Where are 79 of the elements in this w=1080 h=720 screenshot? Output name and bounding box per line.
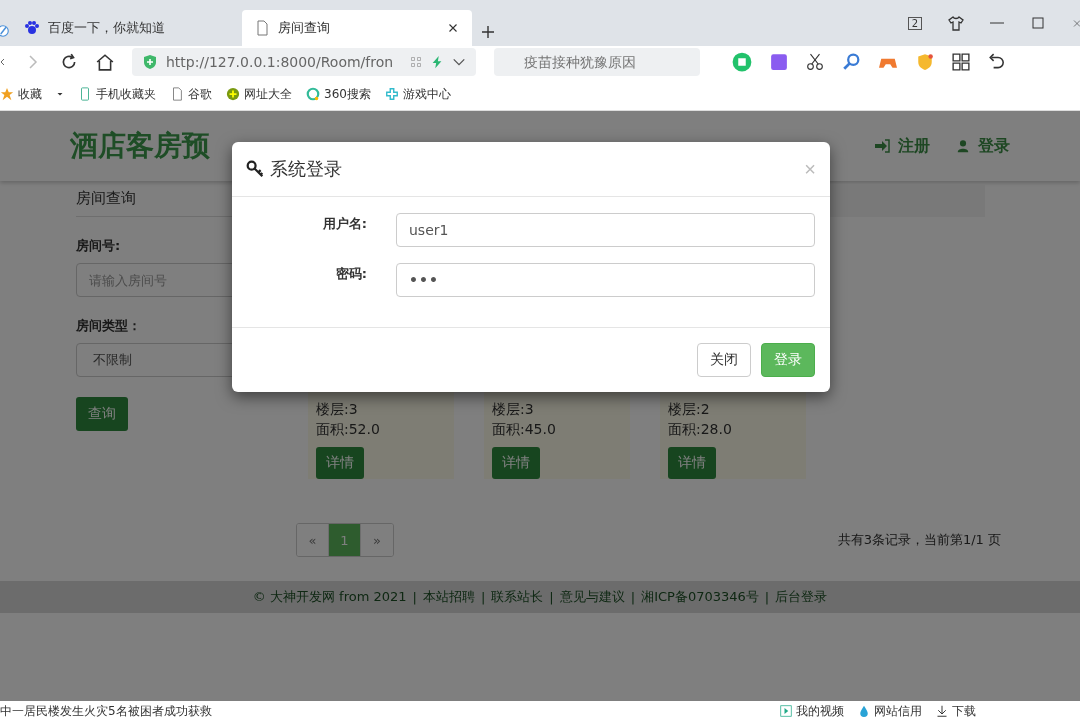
maximize-icon: [1030, 15, 1046, 31]
room-info: 楼层:3: [316, 400, 359, 419]
prev-page-button[interactable]: «: [297, 524, 329, 556]
browser-tab[interactable]: 房间查询: [242, 10, 472, 46]
separator: |: [549, 589, 554, 605]
qr-icon: [410, 56, 422, 68]
undo-icon: [988, 53, 1006, 71]
user-icon: [956, 139, 970, 153]
search-field[interactable]: 疫苗接种犹豫原因: [494, 48, 700, 76]
bookmark-link[interactable]: 谷歌: [170, 85, 212, 103]
sign-in-icon: [874, 138, 890, 154]
footer-link[interactable]: 后台登录: [775, 588, 828, 606]
window-count-badge[interactable]: 2: [907, 16, 922, 30]
page-icon: [254, 20, 270, 36]
auth-link[interactable]: 登录: [956, 135, 1010, 157]
room-info: 面积:52.0: [316, 420, 381, 439]
dropdown-icon: [56, 90, 64, 98]
field-label: 密码:: [334, 265, 367, 283]
username-field[interactable]: user1: [396, 213, 815, 247]
site-logo[interactable]: 酒店客房预: [70, 127, 210, 165]
page-icon: [170, 87, 184, 101]
room-info: 面积:28.0: [668, 420, 733, 439]
field-label: 用户名:: [321, 215, 367, 233]
home-icon: [96, 53, 114, 71]
field-label: 房间类型：: [76, 317, 142, 335]
search-button[interactable]: 查询: [76, 397, 128, 431]
bookmark-link[interactable]: 游戏中心: [384, 85, 451, 103]
separator: |: [764, 589, 770, 605]
key-icon: [246, 160, 264, 178]
footer-link[interactable]: 联系站长: [491, 588, 544, 606]
details-button[interactable]: 详情: [492, 447, 540, 479]
grid-icon: [952, 53, 970, 71]
drop-icon: [858, 705, 870, 717]
paw-icon: [24, 20, 40, 36]
login-button[interactable]: 登录: [761, 343, 815, 377]
bookmark-link[interactable]: 360搜索: [306, 85, 371, 103]
address-bar[interactable]: http://127.0.0.1:8000/Room/fron: [132, 48, 476, 76]
record-summary: 共有3条记录，当前第1/1 页: [837, 531, 1001, 549]
details-button[interactable]: 详情: [668, 447, 716, 479]
shirt-icon: [948, 15, 964, 31]
phone-icon: [78, 87, 92, 101]
status-link[interactable]: 网站信用: [858, 702, 922, 720]
field-label: 房间号:: [76, 237, 122, 255]
cross-icon: [384, 87, 399, 101]
bookmark-link[interactable]: 收藏: [0, 85, 42, 103]
room-info: 楼层:2: [668, 400, 711, 419]
room-info: 楼层:3: [492, 400, 535, 419]
ring-icon: [306, 87, 320, 101]
separator: |: [630, 589, 636, 605]
scissors-icon: [806, 53, 824, 71]
star-icon: [0, 87, 14, 101]
bookmark-link[interactable]: 手机收藏夹: [78, 85, 156, 103]
download-icon: [936, 705, 948, 717]
bookmark-link[interactable]: 网址大全: [226, 85, 292, 103]
play-icon: [780, 705, 792, 717]
footer-link[interactable]: 湘ICP备0703346号: [641, 588, 759, 606]
details-button[interactable]: 详情: [316, 447, 364, 479]
shield-icon: [142, 54, 158, 70]
plus-icon: [480, 24, 496, 40]
close-button[interactable]: ×: [804, 157, 816, 181]
auth-link[interactable]: 注册: [874, 135, 930, 157]
magnifier-icon: [842, 53, 860, 71]
dialog-title: 系统登录: [270, 157, 342, 181]
bolt-icon: [430, 55, 444, 69]
separator: |: [480, 589, 486, 605]
news-ticker[interactable]: 中一居民楼发生火灾5名被困者成功获救: [0, 702, 766, 720]
status-link[interactable]: 下载: [936, 702, 976, 720]
footer-link[interactable]: 意见与建议: [559, 588, 625, 606]
reload-icon: [60, 53, 78, 71]
cancel-button[interactable]: 关闭: [697, 343, 751, 377]
status-link[interactable]: 我的视频: [780, 702, 844, 720]
copyright-text: © 大神开发网 from 2021: [252, 588, 407, 606]
password-field[interactable]: •••: [396, 263, 815, 297]
footer-link[interactable]: 本站招聘: [422, 588, 475, 606]
browser-tab[interactable]: 百度一下，你就知道: [12, 10, 242, 46]
room-info: 面积:45.0: [492, 420, 557, 439]
page-button[interactable]: 1: [329, 524, 361, 556]
new-tab-icon[interactable]: [480, 24, 496, 40]
separator: |: [412, 589, 417, 605]
